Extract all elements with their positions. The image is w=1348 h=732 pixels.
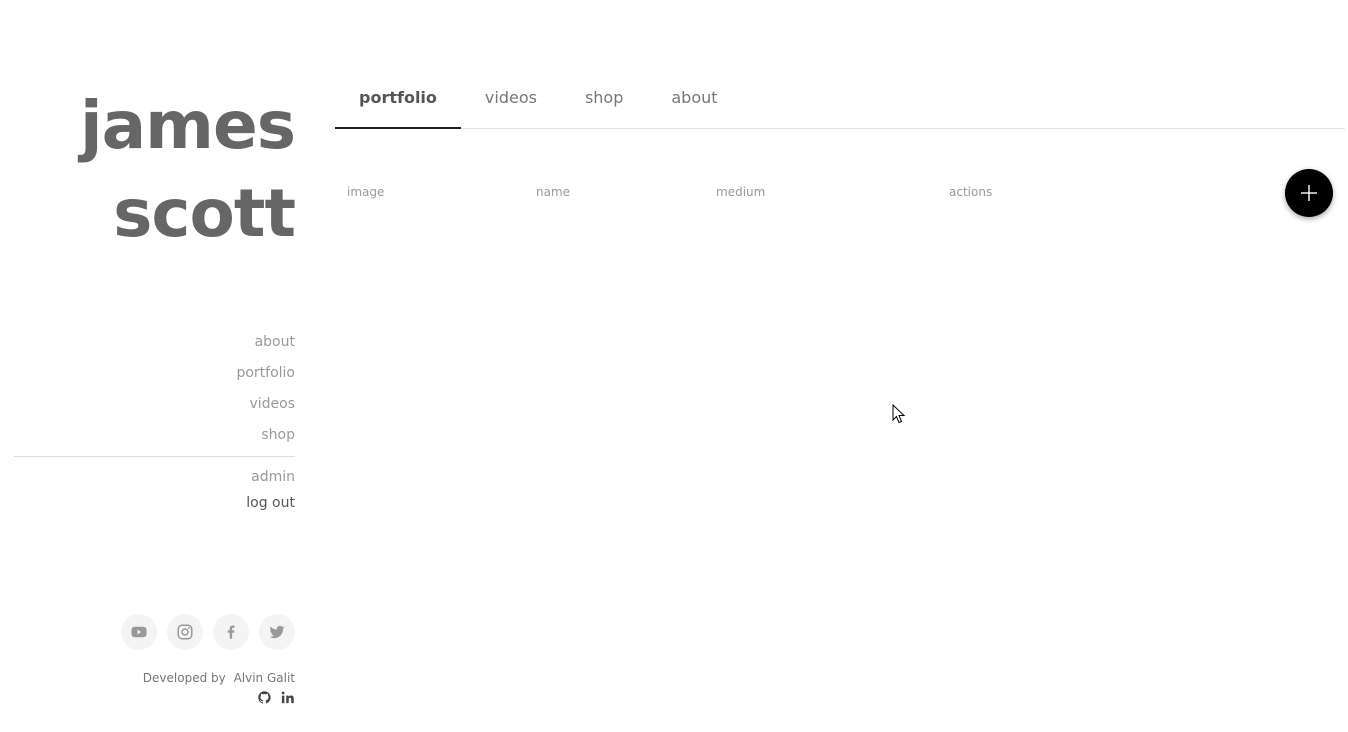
mouse-cursor-icon [892, 404, 906, 424]
table-header: image name medium actions [335, 185, 1235, 205]
sidebar-divider [14, 456, 295, 457]
tab-bar: portfolio videos shop about [335, 76, 1345, 129]
tab-about[interactable]: about [647, 76, 741, 128]
twitter-button[interactable] [259, 614, 295, 650]
sidebar-item-shop[interactable]: shop [236, 425, 295, 456]
column-header-name: name [536, 185, 571, 199]
youtube-icon [131, 626, 147, 638]
brand-last-name: scott [113, 175, 296, 252]
facebook-icon [227, 625, 235, 639]
column-header-image: image [347, 185, 385, 199]
github-icon[interactable] [257, 690, 272, 705]
tab-videos[interactable]: videos [461, 76, 561, 128]
column-header-actions: actions [949, 185, 993, 199]
developer-links [143, 690, 295, 705]
tab-portfolio[interactable]: portfolio [335, 76, 461, 129]
tab-shop[interactable]: shop [561, 76, 647, 128]
facebook-button[interactable] [213, 614, 249, 650]
developer-name[interactable]: Alvin Galit [234, 671, 295, 685]
sidebar-item-videos[interactable]: videos [236, 394, 295, 425]
sidebar: james scott about portfolio videos shop … [0, 0, 296, 732]
youtube-button[interactable] [121, 614, 157, 650]
main-content: portfolio videos shop about image name m… [335, 0, 1345, 732]
sidebar-item-admin[interactable]: admin [246, 467, 295, 493]
admin-nav: admin log out [246, 467, 295, 519]
social-links [121, 614, 295, 650]
add-item-button[interactable] [1285, 169, 1333, 217]
twitter-icon [269, 625, 285, 639]
credits-prefix: Developed by [142, 671, 226, 685]
logout-link[interactable]: log out [246, 493, 295, 519]
column-header-medium: medium [716, 185, 766, 199]
instagram-icon [177, 624, 193, 640]
sidebar-item-portfolio[interactable]: portfolio [236, 363, 295, 394]
sidebar-item-about[interactable]: about [236, 332, 295, 363]
developer-credits: Developed by Alvin Galit [143, 671, 295, 705]
app-root: james scott about portfolio videos shop … [0, 0, 1348, 732]
plus-icon [1301, 185, 1317, 201]
brand-logo[interactable]: james scott [80, 82, 296, 258]
instagram-button[interactable] [167, 614, 203, 650]
brand-first-name: james [80, 87, 296, 164]
linkedin-icon[interactable] [280, 690, 295, 705]
sidebar-nav: about portfolio videos shop [236, 332, 295, 456]
